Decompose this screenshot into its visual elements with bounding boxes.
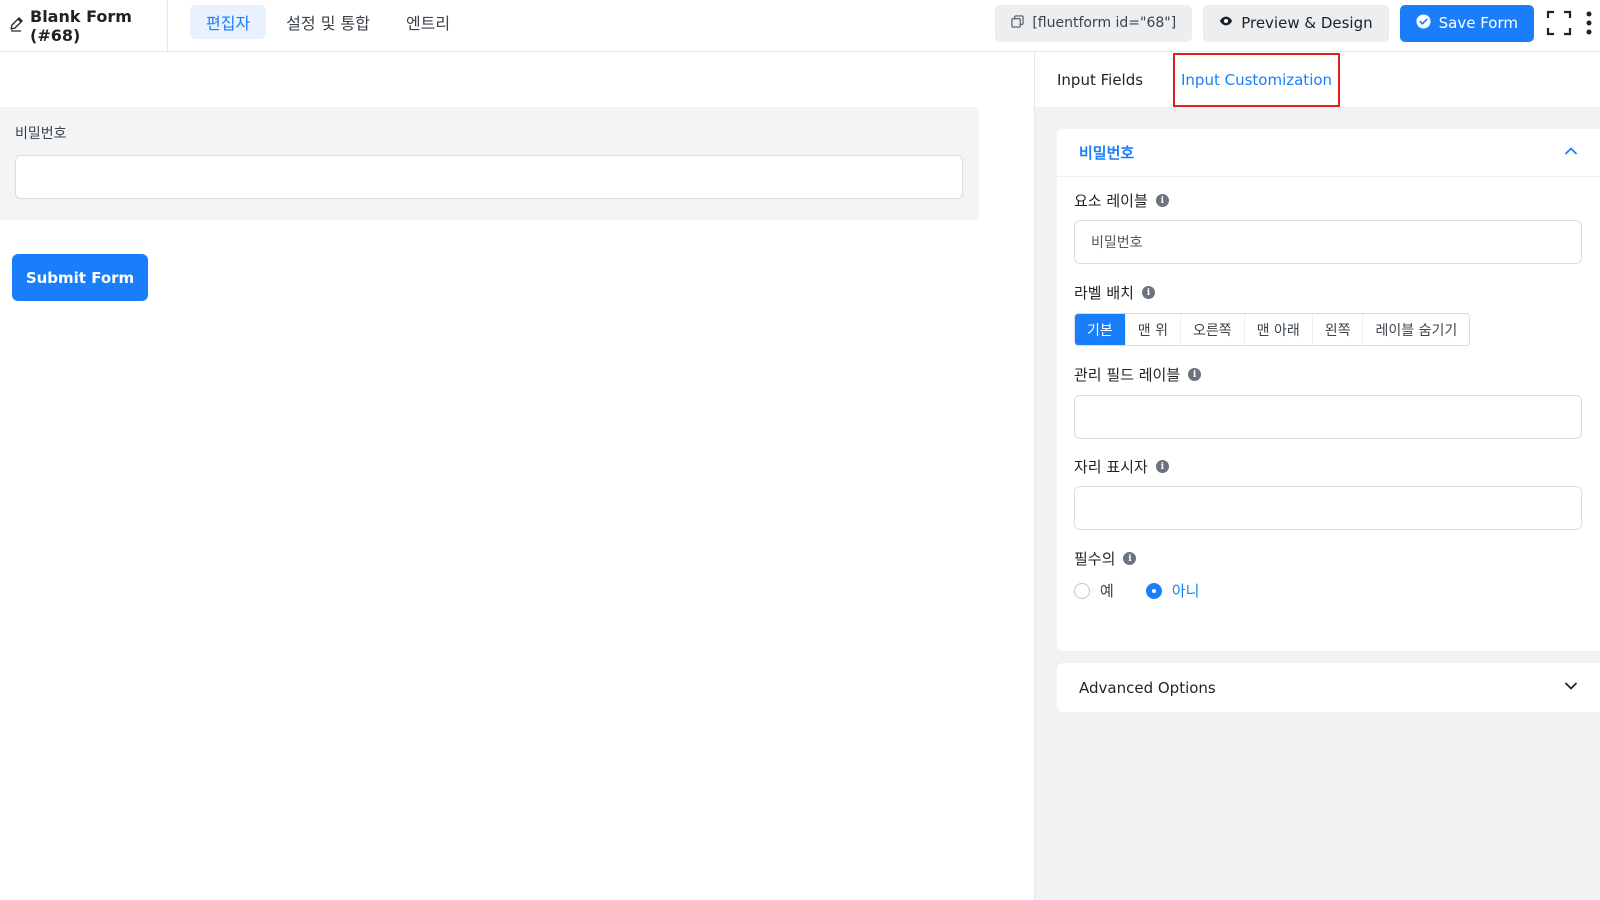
placement-option-default[interactable]: 기본: [1075, 314, 1126, 345]
label-placement-heading: 라벨 배치 i: [1074, 282, 1155, 303]
info-icon[interactable]: i: [1123, 552, 1137, 565]
password-field-label: 비밀번호: [15, 126, 67, 142]
placement-option-right[interactable]: 오른쪽: [1180, 314, 1245, 345]
top-bar: Blank Form (#68) 편집자 설정 및 통합 엔트리 [fluent…: [0, 0, 1600, 52]
required-text: 필수의: [1074, 550, 1116, 568]
password-field-block[interactable]: 비밀번호: [0, 107, 979, 220]
placeholder-heading: 자리 표시자 i: [1074, 456, 1169, 477]
radio-circle[interactable]: [1145, 582, 1162, 599]
required-no-label: 아니: [1171, 582, 1200, 600]
label-placement-text: 라벨 배치: [1074, 284, 1134, 302]
main-nav: 편집자 설정 및 통합 엔트리: [190, 5, 466, 39]
section-header[interactable]: 비밀번호: [1057, 129, 1600, 177]
chevron-down-icon[interactable]: [1563, 678, 1579, 698]
form-title: Blank Form (#68): [30, 6, 132, 45]
top-actions: [fluentform id="68"] Preview & Design Sa…: [995, 4, 1600, 42]
password-field-input[interactable]: [15, 155, 963, 199]
advanced-options-title: Advanced Options: [1079, 678, 1216, 697]
required-yes-label: 예: [1100, 582, 1114, 600]
copy-icon: [1011, 14, 1024, 32]
fullscreen-icon[interactable]: [1545, 9, 1573, 37]
more-vertical-icon[interactable]: [1584, 9, 1594, 37]
settings-panel: Input Fields Input Customization 비밀번호 요소…: [1034, 52, 1600, 900]
preview-design-button[interactable]: Preview & Design: [1203, 4, 1389, 42]
advanced-options-card[interactable]: Advanced Options: [1057, 663, 1600, 712]
placement-option-top[interactable]: 맨 위: [1125, 314, 1181, 345]
required-no-radio[interactable]: 아니: [1145, 580, 1200, 601]
tab-entries[interactable]: 엔트리: [390, 5, 466, 39]
tab-editor[interactable]: 편집자: [190, 5, 267, 39]
form-editor-canvas: 비밀번호 Submit Form: [0, 52, 1034, 900]
required-heading: 필수의 i: [1074, 548, 1137, 569]
tab-input-fields[interactable]: Input Fields: [1057, 52, 1143, 107]
field-settings-card: 비밀번호 요소 레이블 i 비밀번호 라벨 배치 i 기본 맨 위 오른쪽 맨 …: [1057, 129, 1600, 651]
radio-circle[interactable]: [1074, 582, 1090, 599]
required-radio-group: 예 아니: [1074, 580, 1199, 601]
section-title: 비밀번호: [1079, 144, 1135, 162]
pencil-icon: [8, 16, 24, 36]
save-form-button[interactable]: Save Form: [1399, 4, 1534, 42]
admin-label-text: 관리 필드 레이블: [1074, 366, 1181, 384]
placement-option-bottom[interactable]: 맨 아래: [1244, 314, 1313, 345]
shortcode-copy-button[interactable]: [fluentform id="68"]: [995, 4, 1193, 42]
element-label-text: 요소 레이블: [1074, 192, 1148, 210]
save-label: Save Form: [1438, 14, 1518, 32]
preview-label: Preview & Design: [1241, 14, 1373, 32]
info-icon[interactable]: i: [1155, 194, 1169, 207]
form-title-area: Blank Form (#68): [0, 0, 168, 51]
placement-option-hide[interactable]: 레이블 숨기기: [1363, 314, 1470, 345]
element-label-heading: 요소 레이블 i: [1074, 190, 1169, 211]
panel-tabs: Input Fields Input Customization: [1035, 52, 1600, 107]
element-label-input[interactable]: 비밀번호: [1074, 220, 1582, 264]
eye-icon: [1219, 14, 1233, 32]
label-placement-segmented: 기본 맨 위 오른쪽 맨 아래 왼쪽 레이블 숨기기: [1074, 313, 1471, 346]
check-circle-icon: [1416, 13, 1431, 33]
tab-input-customization[interactable]: Input Customization: [1173, 53, 1341, 107]
chevron-up-icon[interactable]: [1563, 143, 1579, 163]
info-icon[interactable]: i: [1188, 368, 1202, 381]
info-icon[interactable]: i: [1155, 460, 1169, 473]
submit-form-button[interactable]: Submit Form: [12, 254, 148, 301]
placeholder-text: 자리 표시자: [1074, 458, 1148, 476]
tab-settings-integrations[interactable]: 설정 및 통합: [270, 5, 386, 39]
admin-label-heading: 관리 필드 레이블 i: [1074, 364, 1202, 385]
shortcode-text: [fluentform id="68"]: [1032, 15, 1177, 31]
placeholder-input[interactable]: [1074, 486, 1582, 530]
admin-label-input[interactable]: [1074, 395, 1582, 439]
placement-option-left[interactable]: 왼쪽: [1312, 314, 1364, 345]
info-icon[interactable]: i: [1141, 286, 1155, 299]
required-yes-radio[interactable]: 예: [1074, 580, 1114, 601]
